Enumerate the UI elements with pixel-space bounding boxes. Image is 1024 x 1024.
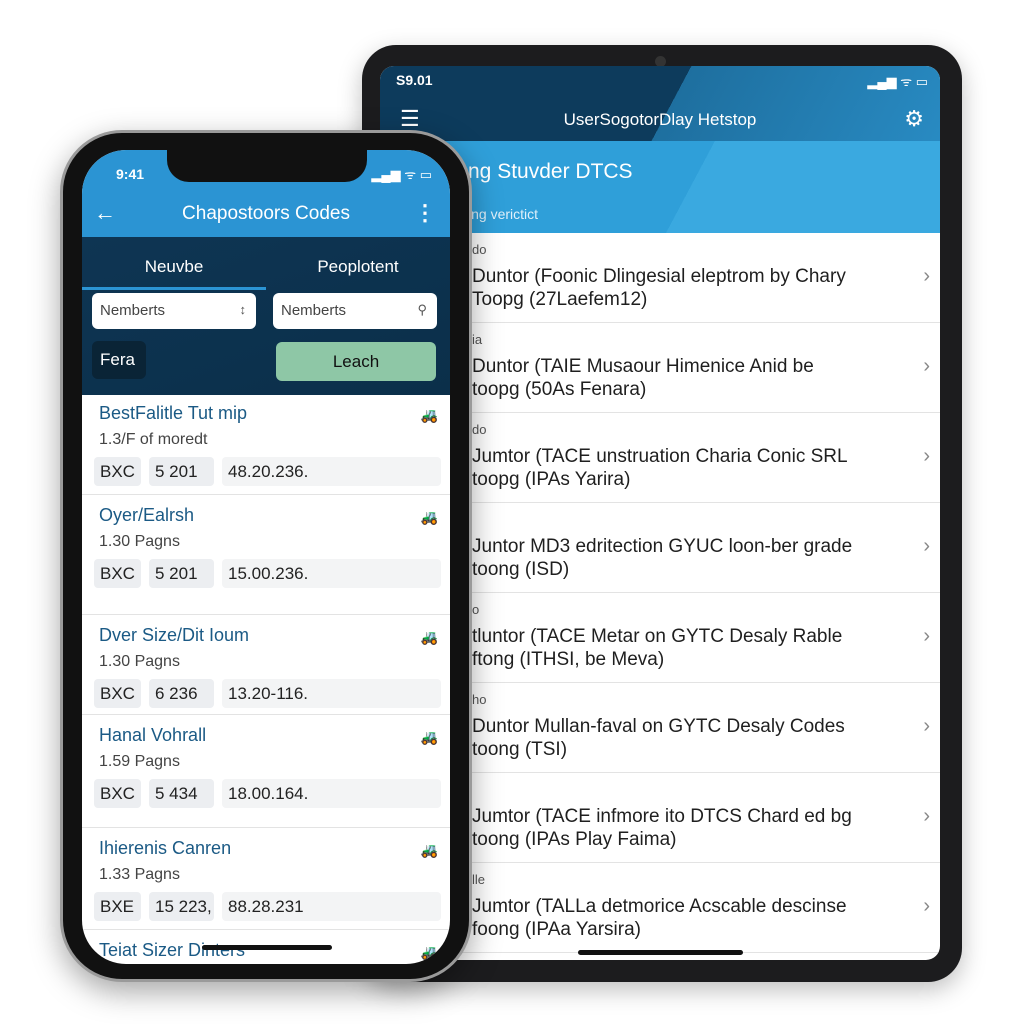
tab-neuvbe[interactable]: Neuvbe [82,257,266,277]
item-code: BXC [94,679,141,708]
leach-button[interactable]: Leach [276,342,436,381]
filter-select[interactable]: Nemberts ↕ [92,293,256,329]
item-value: 13.20-116. [222,679,441,708]
item-subtitle: 1.59 Pagns [99,753,180,770]
vehicle-icon: 🚜 [420,509,438,525]
active-tab-indicator [82,287,266,290]
row-subtitle: toong (TSI) [472,739,568,760]
chevron-right-icon: › [923,805,930,827]
search-input[interactable]: Nemberts ⚲ [273,293,437,329]
row-title: Jumtor (TALLa detmorice Acscable descins… [472,896,847,917]
chevron-right-icon: › [923,355,930,377]
item-number: 5 201 [149,457,214,486]
item-code: BXC [94,779,141,808]
tablet-status-time: S9.01 [396,72,433,88]
item-title: Oyer/Ealrsh [99,505,195,525]
item-subtitle: 1.30 Pagns [99,533,180,550]
item-number: 5 434 [149,779,214,808]
tab-peoplotent[interactable]: Peoplotent [266,257,450,277]
item-code: BXC [94,457,141,486]
tablet-home-indicator [578,950,743,955]
signal-wifi-battery-icon: ▂▄▆ ᯤ ▭ [867,74,928,89]
row-title: Juntor MD3 edritection GYUC loon-ber gra… [472,536,853,557]
vehicle-icon: 🚜 [420,729,438,745]
row-subtitle: toopg (IPAs Yarira) [472,469,631,490]
row-label: ia [472,332,483,347]
chevron-right-icon: › [923,535,930,557]
chevron-right-icon: › [923,895,930,917]
gear-icon[interactable]: ⚙ [904,106,924,132]
chevron-right-icon: › [923,625,930,647]
filter-select-value: Nemberts [100,302,166,319]
banner-subtitle: ing verictict [468,206,539,222]
vehicle-icon: 🚜 [420,629,438,645]
row-subtitle: Toopg (27Laefem12) [472,289,648,310]
tablet-title: UserSogotorDlay Hetstop [563,110,757,129]
row-title: Duntor Mullan-faval on GYTC Desaly Codes [472,716,845,737]
row-subtitle: toong (ISD) [472,559,570,580]
row-title: Duntor (TAIE Musaour Himenice Anid be [472,356,814,377]
row-subtitle: ftong (ITHSI, be Meva) [472,649,665,670]
vehicle-icon: 🚜 [420,944,438,960]
row-title: Jumtor (TACE unstruation Charia Conic SR… [472,446,848,467]
item-value: 48.20.236. [222,457,441,486]
list-item[interactable]: Hanal Vohrall 🚜 1.59 Pagns BXC 5 434 18.00.16… [82,717,450,828]
list-item[interactable]: BestFalitle Tut mip 🚜 1.3/F of moredt BXC 5 … [82,395,450,495]
search-icon: ⚲ [417,302,427,317]
item-value: 18.00.164. [222,779,441,808]
item-title: BestFalitle Tut mip [99,403,248,423]
list-item[interactable]: Oyer/Ealrsh 🚜 1.30 Pagns BXC 5 201 15.00.236. [82,497,450,615]
chevron-right-icon: › [923,445,930,467]
item-subtitle: 1.33 Pagns [99,866,180,883]
item-title: Ihierenis Canren [99,838,232,858]
item-title: Teiat Sizer Dinters [99,940,246,960]
row-title: Duntor (Foonic Dlingesial eleptrom by Ch… [472,266,846,287]
phone-filter-panel: Neuvbe Peoplotent Nemberts ↕ Nemberts ⚲ Fe… [82,237,450,395]
phone-status-time: 9:41 [116,166,145,182]
row-label: do [472,422,487,437]
item-number: 5 201 [149,559,214,588]
item-title: Dver Size/Dit Ioum [99,625,250,645]
row-label: do [472,242,487,257]
row-title: Jumtor (TACE infmore ito DTCS Chard ed b… [472,806,852,827]
item-code: BXC [94,559,141,588]
chevron-right-icon: › [923,715,930,737]
phone-home-indicator [202,945,332,950]
more-vert-icon[interactable]: ⋮ [414,200,436,226]
row-subtitle: toopg (50As Fenara) [472,379,647,400]
item-value: 15.00.236. [222,559,441,588]
row-label: lle [472,872,486,887]
item-value: 88.28.231 [222,892,441,921]
item-code: BXE [94,892,141,921]
sort-icon: ↕ [239,302,247,317]
banner-title: ng Stuvder DTCS [468,160,633,183]
fera-button[interactable]: Fera [92,341,146,379]
signal-wifi-battery-icon: ▂▄▆ ᯤ ▭ [371,167,432,182]
row-label: ho [472,692,487,707]
item-subtitle: 1.30 Pagns [99,653,180,670]
phone-screen: 9:41 ▂▄▆ ᯤ ▭ ← Chapostoors Codes ⋮ Neuvb… [82,150,450,964]
item-subtitle: 1.3/F of moredt [99,431,208,448]
chevron-right-icon: › [923,265,930,287]
vehicle-icon: 🚜 [420,842,438,858]
row-label: o [472,602,480,617]
item-title: Hanal Vohrall [99,725,207,745]
phone-notch [167,150,367,182]
list-item[interactable]: Dver Size/Dit Ioum 🚜 1.30 Pagns BXC 6 236 13.… [82,617,450,715]
vehicle-icon: 🚜 [420,407,438,423]
search-input-value: Nemberts [281,302,347,319]
item-number: 6 236 [149,679,214,708]
list-item[interactable]: Ihierenis Canren 🚜 1.33 Pagns BXE 15 223, 88.… [82,830,450,930]
row-title: tluntor (TACE Metar on GYTC Desaly Rable [472,626,843,647]
phone-title: Chapostoors Codes [182,203,350,224]
row-subtitle: foong (IPAa Yarsira) [472,919,641,940]
row-subtitle: toong (IPAs Play Faima) [472,829,677,850]
item-number: 15 223, [149,892,214,921]
